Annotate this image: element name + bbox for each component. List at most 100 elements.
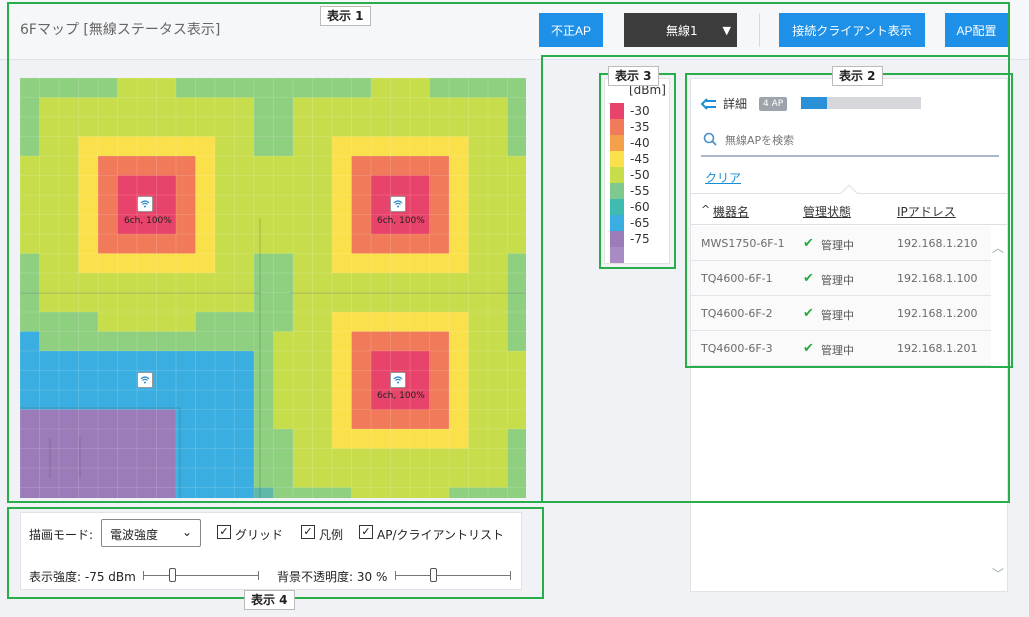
divider bbox=[759, 13, 760, 47]
device-status: 管理中 bbox=[821, 344, 854, 357]
strength-slider[interactable] bbox=[143, 568, 259, 582]
clear-link[interactable]: クリア bbox=[705, 169, 741, 186]
access-point-icon[interactable] bbox=[137, 372, 153, 388]
display-controls: 描画モード: 電波強度 ⌄ ✓ グリッド ✓ 凡例 ✓ AP/クライアントリスト… bbox=[20, 512, 522, 590]
legend-swatch bbox=[610, 151, 624, 167]
opacity-label: 背景不透明度: 30 % bbox=[277, 570, 388, 584]
annotation-frame bbox=[541, 56, 543, 503]
heatmap-canvas bbox=[20, 78, 526, 498]
progress-bar bbox=[801, 97, 921, 109]
checkmark-icon: ✔ bbox=[803, 271, 814, 286]
strength-slider-thumb[interactable] bbox=[168, 568, 176, 582]
column-status[interactable]: 管理状態 bbox=[803, 203, 851, 220]
legend-level: -60 bbox=[610, 199, 670, 215]
aplist-checkbox[interactable]: ✓ bbox=[359, 525, 373, 539]
column-device-name[interactable]: 機器名 bbox=[713, 203, 749, 220]
legend-level: -45 bbox=[610, 151, 670, 167]
table-row[interactable]: TQ4600-6F-2 ✔ 管理中 192.168.1.200 bbox=[691, 296, 991, 331]
checkmark-icon: ✔ bbox=[803, 236, 814, 251]
legend-label: 凡例 bbox=[319, 528, 344, 542]
legend-value: -55 bbox=[630, 184, 650, 198]
search-field[interactable] bbox=[701, 127, 999, 157]
opacity-slider[interactable] bbox=[395, 568, 511, 582]
legend-value: -65 bbox=[630, 216, 650, 230]
device-ip: 192.168.1.100 bbox=[897, 272, 978, 285]
legend-swatch bbox=[610, 247, 624, 263]
dropdown-triangle-icon: ▼ bbox=[722, 24, 731, 37]
progress-fill bbox=[801, 97, 828, 109]
device-name: MWS1750-6F-1 bbox=[701, 237, 785, 250]
table-row[interactable]: TQ4600-6F-1 ✔ 管理中 192.168.1.100 bbox=[691, 261, 991, 296]
device-ip: 192.168.1.200 bbox=[897, 307, 978, 320]
draw-mode-value: 電波強度 bbox=[110, 528, 159, 542]
header-bar: 6Fマップ [無線ステータス表示] 不正AP 無線1 ▼ 接続クライアント表示 … bbox=[0, 0, 1029, 60]
legend-swatch bbox=[610, 199, 624, 215]
device-ip: 192.168.1.201 bbox=[897, 342, 978, 355]
ap-label: 6ch, 100% bbox=[377, 216, 425, 226]
radio-select-value: 無線1 bbox=[666, 23, 698, 38]
access-point-icon[interactable] bbox=[390, 196, 406, 212]
legend-swatch bbox=[610, 231, 624, 247]
legend-checkbox[interactable]: ✓ bbox=[301, 525, 315, 539]
legend-value: -60 bbox=[630, 200, 650, 214]
table-row[interactable]: TQ4600-6F-3 ✔ 管理中 192.168.1.201 bbox=[691, 331, 991, 366]
legend-level: -65 bbox=[610, 215, 670, 231]
search-input[interactable] bbox=[725, 130, 985, 150]
legend-value: -30 bbox=[630, 104, 650, 118]
legend-swatch bbox=[610, 103, 624, 119]
signal-legend: [dBm] -30 -35 -40 -45 -50 -55 -60 -65 -75 bbox=[604, 78, 670, 264]
legend-swatch bbox=[610, 215, 624, 231]
checkmark-icon: ✔ bbox=[803, 306, 814, 321]
device-status: 管理中 bbox=[821, 309, 854, 322]
ap-label: 6ch, 100% bbox=[124, 216, 172, 226]
legend-level: -35 bbox=[610, 119, 670, 135]
legend-swatch bbox=[610, 135, 624, 151]
annotation-tag: 表示 4 bbox=[244, 590, 295, 610]
show-clients-button[interactable]: 接続クライアント表示 bbox=[779, 13, 925, 47]
legend-value: -50 bbox=[630, 168, 650, 182]
legend-swatch bbox=[610, 119, 624, 135]
scroll-up-icon[interactable]: ︿ bbox=[992, 239, 1004, 256]
access-point-icon[interactable] bbox=[137, 196, 153, 212]
aplist-label: AP/クライアントリスト bbox=[377, 528, 505, 542]
radio-select[interactable]: 無線1 ▼ bbox=[624, 13, 737, 47]
scroll-down-icon[interactable]: ﹀ bbox=[992, 565, 1004, 582]
legend-level: -75 bbox=[610, 231, 670, 247]
opacity-slider-thumb[interactable] bbox=[429, 568, 437, 582]
draw-mode-select[interactable]: 電波強度 ⌄ bbox=[101, 519, 201, 547]
legend-value: -45 bbox=[630, 152, 650, 166]
device-status: 管理中 bbox=[821, 239, 854, 252]
grid-label: グリッド bbox=[235, 528, 284, 542]
detail-label: 詳細 bbox=[723, 97, 748, 111]
legend-swatch bbox=[610, 167, 624, 183]
ap-list-panel: 詳細 4 AP クリア ^ 機器名 管理状態 IPアドレス MWS1750-6F… bbox=[690, 78, 1008, 592]
rogue-ap-button[interactable]: 不正AP bbox=[539, 13, 603, 47]
ap-placement-button[interactable]: AP配置 bbox=[945, 13, 1008, 47]
access-point-icon[interactable] bbox=[390, 372, 406, 388]
collapse-arrow-icon bbox=[701, 97, 716, 110]
device-name: TQ4600-6F-2 bbox=[701, 307, 773, 320]
annotation-tag: 表示 1 bbox=[320, 6, 371, 26]
ap-count-badge: 4 AP bbox=[759, 96, 788, 111]
table-row[interactable]: MWS1750-6F-1 ✔ 管理中 192.168.1.210 bbox=[691, 226, 991, 261]
legend-level: -40 bbox=[610, 135, 670, 151]
ap-label: 6ch, 100% bbox=[377, 391, 425, 401]
page-title: 6Fマップ [無線ステータス表示] bbox=[20, 22, 221, 38]
legend-value: -75 bbox=[630, 232, 650, 246]
strength-label: 表示強度: -75 dBm bbox=[29, 570, 136, 584]
draw-mode-label: 描画モード: bbox=[29, 528, 94, 542]
tooltip-notch bbox=[840, 184, 858, 202]
legend-value: -35 bbox=[630, 120, 650, 134]
chevron-down-icon: ⌄ bbox=[181, 525, 192, 539]
heatmap[interactable]: 6ch, 100% 6ch, 100% 6ch, 100% bbox=[20, 78, 526, 498]
checkmark-icon: ✔ bbox=[803, 341, 814, 356]
device-name: TQ4600-6F-1 bbox=[701, 272, 773, 285]
device-ip: 192.168.1.210 bbox=[897, 237, 978, 250]
annotation-tag: 表示 3 bbox=[608, 66, 659, 86]
column-ip-address[interactable]: IPアドレス bbox=[897, 203, 956, 220]
legend-level: -50 bbox=[610, 167, 670, 183]
legend-level: -30 bbox=[610, 103, 670, 119]
grid-checkbox[interactable]: ✓ bbox=[217, 525, 231, 539]
detail-toggle[interactable]: 詳細 4 AP bbox=[701, 95, 788, 112]
sort-ascending-icon: ^ bbox=[701, 203, 711, 216]
